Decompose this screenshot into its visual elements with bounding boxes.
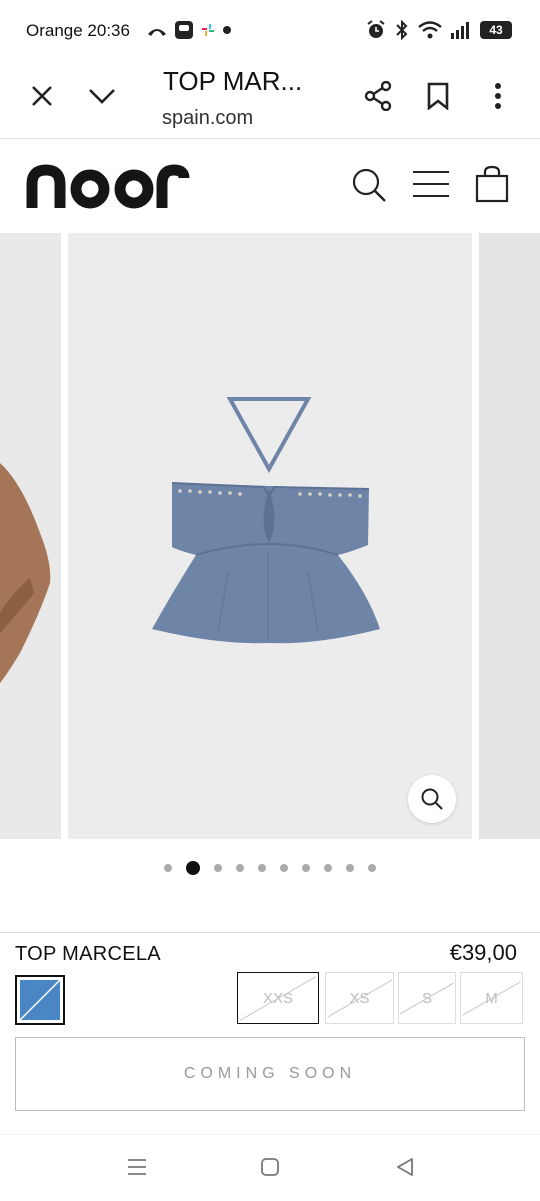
search-icon — [352, 168, 386, 202]
zoom-icon — [421, 788, 443, 810]
page-title[interactable]: TOP MAR... — [163, 66, 302, 97]
gallery-dot[interactable] — [214, 864, 222, 872]
close-icon — [32, 86, 52, 106]
bookmark-icon — [427, 82, 449, 110]
logo-wordmark — [26, 164, 190, 209]
product-name: TOP MARCELA — [15, 943, 161, 965]
gallery-dot[interactable] — [164, 864, 172, 872]
size-option[interactable]: XXS — [237, 972, 319, 1024]
gallery-dot[interactable] — [302, 864, 310, 872]
gallery-pagination — [0, 859, 540, 877]
bluetooth-icon — [396, 20, 408, 40]
home-button[interactable] — [255, 1152, 285, 1182]
zoom-button[interactable] — [408, 775, 456, 823]
app-icon — [175, 21, 193, 39]
expand-button[interactable] — [84, 80, 120, 112]
gallery-dot[interactable] — [258, 864, 266, 872]
wifi-icon — [418, 21, 442, 39]
divider — [0, 932, 540, 933]
status-left-icons — [146, 19, 232, 41]
color-swatch[interactable] — [15, 975, 65, 1025]
gallery-dot[interactable] — [346, 864, 354, 872]
menu-button[interactable] — [410, 168, 452, 200]
cta-label: COMING SOON — [183, 1065, 357, 1082]
gallery-dot[interactable] — [324, 864, 332, 872]
recents-button[interactable] — [122, 1152, 152, 1182]
menu-icon — [413, 171, 449, 197]
share-button[interactable] — [360, 78, 396, 114]
size-option[interactable]: M — [460, 972, 523, 1024]
missed-call-icon — [148, 29, 166, 36]
search-button[interactable] — [350, 166, 388, 204]
bookmark-button[interactable] — [422, 78, 454, 114]
close-button[interactable] — [24, 80, 60, 112]
gallery-dot[interactable] — [186, 861, 200, 875]
status-right-icons: 43 — [366, 18, 512, 42]
slack-icon — [202, 24, 214, 36]
back-button[interactable] — [390, 1152, 420, 1182]
back-icon — [397, 1158, 413, 1176]
dot-icon — [223, 26, 231, 34]
recents-icon — [128, 1159, 146, 1175]
status-bar: Orange 20:36 43 — [0, 0, 540, 60]
gallery-slide-current[interactable] — [68, 233, 472, 839]
chevron-down-icon — [89, 89, 115, 104]
gallery-dot[interactable] — [236, 864, 244, 872]
site-logo[interactable]: noon — [24, 158, 194, 210]
size-option[interactable]: S — [398, 972, 456, 1024]
coming-soon-button[interactable]: COMING SOON — [15, 1037, 525, 1111]
size-option[interactable]: XS — [325, 972, 394, 1024]
gallery-dot[interactable] — [280, 864, 288, 872]
bag-icon — [475, 165, 509, 203]
page-url[interactable]: spain.com — [158, 107, 253, 130]
home-icon — [261, 1158, 279, 1176]
alarm-icon — [367, 20, 385, 38]
signal-icon — [451, 22, 469, 39]
color-swatch-fill — [20, 980, 60, 1020]
battery-icon: 43 — [480, 21, 512, 39]
product-price: €39,00 — [449, 940, 517, 965]
bag-button[interactable] — [474, 164, 510, 204]
product-image — [152, 397, 380, 644]
gallery-slide-previous[interactable] — [0, 233, 61, 839]
gallery-slide-next[interactable] — [479, 233, 540, 839]
status-time: Orange 20:36 — [26, 21, 130, 40]
product-gallery[interactable] — [0, 233, 540, 839]
more-icon — [495, 83, 501, 109]
share-icon — [364, 81, 392, 111]
more-button[interactable] — [484, 78, 512, 114]
model-arm-image — [0, 463, 51, 683]
gallery-dot[interactable] — [368, 864, 376, 872]
battery-level: 43 — [489, 23, 503, 37]
